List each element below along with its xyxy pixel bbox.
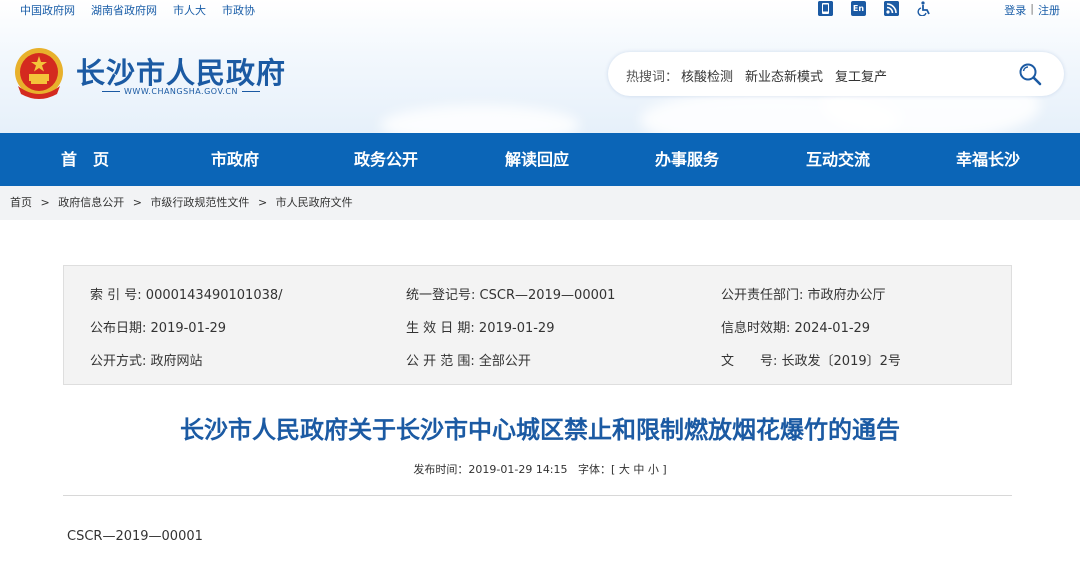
main-nav: 首 页 市政府 政务公开 解读回应 办事服务 互动交流 幸福长沙: [0, 133, 1080, 186]
nav-item-interpretation[interactable]: 解读回应: [467, 133, 607, 186]
publish-time-label: 发布时间：: [413, 463, 469, 476]
mobile-icon[interactable]: [818, 1, 833, 16]
top-bar: 中国政府网 湖南省政府网 市人大 市政协 En 登录 | 注册: [0, 0, 1080, 18]
article-title: 长沙市人民政府关于长沙市中心城区禁止和限制燃放烟花爆竹的通告: [180, 416, 900, 444]
hot-search-item[interactable]: 新业态新模式: [745, 66, 823, 85]
link-npc[interactable]: 市人大: [173, 2, 206, 18]
user-links: 登录 | 注册: [1004, 2, 1060, 18]
info-expiry: 信息时效期: 2024-01-29: [721, 321, 871, 336]
info-document-number: 文 号: 长政发〔2019〕2号: [721, 354, 901, 369]
rss-icon[interactable]: [884, 1, 899, 16]
info-disclosure-method: 公开方式: 政府网站: [90, 354, 203, 369]
search-icon[interactable]: [1018, 62, 1042, 86]
info-effective-date: 生 效 日 期: 2019-01-29: [406, 321, 555, 336]
font-size-small-button[interactable]: 小: [648, 463, 659, 476]
publish-info: 发布时间：2019-01-29 14:15 字体：[ 大 中 小 ]: [0, 461, 1080, 477]
link-cppcc[interactable]: 市政协: [222, 2, 255, 18]
nav-item-gov-affairs[interactable]: 政务公开: [316, 133, 456, 186]
divider: [63, 495, 1012, 496]
link-gov-cn[interactable]: 中国政府网: [20, 2, 75, 18]
nav-item-services[interactable]: 办事服务: [617, 133, 757, 186]
breadcrumb-separator: >: [132, 196, 142, 209]
info-disclosure-scope: 公 开 范 围: 全部公开: [406, 354, 531, 369]
font-size-large-button[interactable]: 大: [619, 463, 630, 476]
document-info-table: 索 引 号: 0000143490101038/ 统一登记号: CSCR—201…: [63, 265, 1012, 385]
top-links: 中国政府网 湖南省政府网 市人大 市政协: [20, 2, 255, 18]
font-size-bracket-open: [: [611, 463, 616, 476]
hot-search-item[interactable]: 复工复产: [835, 66, 887, 85]
article-doc-number: CSCR—2019—00001: [67, 529, 203, 544]
breadcrumb-separator: >: [40, 196, 50, 209]
user-links-separator: |: [1030, 2, 1034, 15]
national-emblem-icon: [12, 46, 66, 100]
breadcrumb-item[interactable]: 首页: [10, 196, 32, 209]
hot-search-items: 核酸检测 新业态新模式 复工复产: [681, 66, 887, 85]
nav-item-city-gov[interactable]: 市政府: [165, 133, 305, 186]
site-url: WWW.CHANGSHA.GOV.CN: [98, 87, 264, 96]
breadcrumb-item[interactable]: 政府信息公开: [58, 196, 124, 209]
publish-time: 2019-01-29 14:15: [468, 463, 568, 476]
login-link[interactable]: 登录: [1004, 2, 1026, 18]
font-size-medium-button[interactable]: 中: [633, 463, 644, 476]
nav-item-home[interactable]: 首 页: [15, 133, 155, 186]
nav-item-interaction[interactable]: 互动交流: [768, 133, 908, 186]
info-department: 公开责任部门: 市政府办公厅: [721, 288, 886, 303]
font-size-label: 字体：: [578, 463, 612, 476]
info-publish-date: 公布日期: 2019-01-29: [90, 321, 227, 336]
site-title[interactable]: 长沙市人民政府: [76, 50, 286, 92]
breadcrumb-item[interactable]: 市级行政规范性文件: [150, 196, 249, 209]
register-link[interactable]: 注册: [1038, 2, 1060, 18]
link-hunan-gov[interactable]: 湖南省政府网: [91, 2, 157, 18]
info-index: 索 引 号: 0000143490101038/: [90, 288, 283, 303]
info-registration: 统一登记号: CSCR—2019—00001: [406, 288, 616, 303]
hot-search-label: 热搜词：: [626, 70, 679, 85]
english-icon[interactable]: En: [851, 1, 866, 16]
font-size-bracket-close: ]: [662, 463, 667, 476]
breadcrumb-separator: >: [257, 196, 268, 209]
accessibility-icon[interactable]: [917, 1, 932, 17]
breadcrumb-item[interactable]: 市人民政府文件: [276, 196, 353, 209]
hot-search-item[interactable]: 核酸检测: [681, 66, 733, 85]
search-box[interactable]: 热搜词： 核酸检测 新业态新模式 复工复产: [608, 52, 1064, 96]
breadcrumb: 首页 > 政府信息公开 > 市级行政规范性文件 > 市人民政府文件: [0, 186, 1080, 220]
header: 中国政府网 湖南省政府网 市人大 市政协 En 登录 | 注册 长沙市人民政府 …: [0, 0, 1080, 133]
top-icons: En: [818, 1, 932, 17]
nav-item-happy-changsha[interactable]: 幸福长沙: [918, 133, 1058, 186]
